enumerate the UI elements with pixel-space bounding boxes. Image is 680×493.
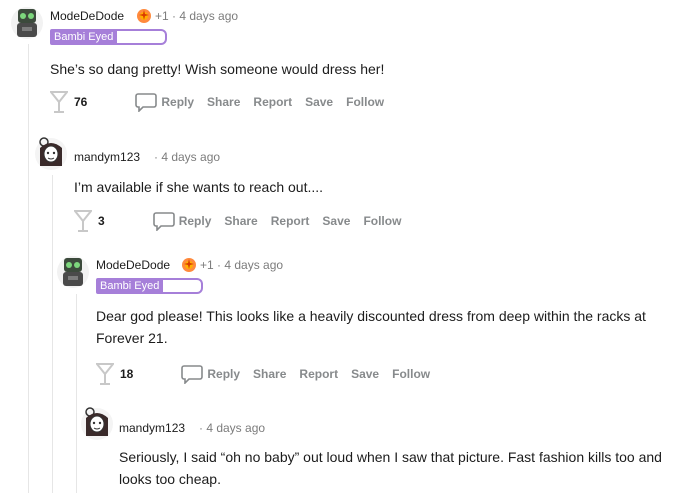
comment-thread: ModeDeDode +1 · 4 days ago Bambi Eyed Sh… [0, 0, 680, 493]
flair-blank [163, 278, 204, 294]
avatar[interactable] [10, 3, 44, 41]
reply-label: Reply [161, 95, 195, 109]
martini-vote-icon[interactable] [96, 362, 114, 386]
reply-bubble-icon [181, 365, 204, 384]
reply-bubble-icon [152, 212, 175, 231]
username[interactable]: mandym123 [119, 421, 185, 435]
reply-button[interactable]: Reply [152, 211, 212, 231]
comment-meta: +1 · 4 days ago [200, 258, 284, 272]
username[interactable]: ModeDeDode [50, 9, 124, 23]
report-button[interactable]: Report [253, 95, 292, 109]
reply-button[interactable]: Reply [135, 92, 194, 112]
reply-label: Reply [178, 214, 212, 228]
avatar[interactable] [80, 404, 114, 442]
comment-actions: 3 Reply Share Report Save Follow [74, 209, 401, 233]
award-icon[interactable] [136, 8, 152, 24]
report-button[interactable]: Report [299, 367, 338, 381]
comment-body: She’s so dang pretty! Wish someone would… [50, 61, 385, 77]
flair-text: Bambi Eyed [96, 278, 164, 294]
comment-body: Dear god please! This looks like a heavi… [96, 308, 646, 346]
thread-line[interactable] [52, 175, 53, 493]
martini-vote-icon[interactable] [74, 209, 92, 233]
username[interactable]: mandym123 [74, 150, 140, 164]
follow-button[interactable]: Follow [392, 367, 430, 381]
comment-meta: · 4 days ago [154, 150, 221, 164]
vote-count: 76 [74, 95, 88, 109]
save-button[interactable]: Save [322, 214, 350, 228]
save-button[interactable]: Save [305, 95, 333, 109]
share-button[interactable]: Share [224, 214, 257, 228]
comment-meta: · 4 days ago [199, 421, 266, 435]
avatar[interactable] [34, 134, 68, 172]
vote-count: 3 [98, 214, 105, 228]
comment-actions: 76 Reply Share Report Save Follow [50, 90, 384, 114]
flair-text: Bambi Eyed [50, 29, 118, 45]
flair-blank [117, 29, 168, 45]
robot-avatar-icon [57, 256, 89, 288]
share-button[interactable]: Share [207, 95, 240, 109]
doodle-avatar-icon [35, 137, 67, 170]
reply-button[interactable]: Reply [181, 364, 240, 384]
comment-actions: 18 Reply Share Report Save Follow [96, 362, 430, 386]
thread-line[interactable] [28, 44, 29, 493]
follow-button[interactable]: Follow [346, 95, 384, 109]
vote-count: 18 [120, 367, 134, 381]
thread-line[interactable] [76, 294, 77, 493]
avatar[interactable] [56, 252, 90, 290]
username[interactable]: ModeDeDode [96, 258, 170, 272]
comment-body: Seriously, I said “oh no baby” out loud … [119, 449, 662, 487]
user-flair: Bambi Eyed [96, 278, 204, 294]
doodle-avatar-icon [81, 407, 113, 440]
follow-button[interactable]: Follow [363, 214, 401, 228]
user-flair: Bambi Eyed [50, 29, 168, 45]
martini-vote-icon[interactable] [50, 90, 68, 114]
reply-label: Reply [207, 367, 241, 381]
comment-meta: +1 · 4 days ago [155, 9, 239, 23]
robot-avatar-icon [11, 7, 43, 39]
save-button[interactable]: Save [351, 367, 379, 381]
report-button[interactable]: Report [271, 214, 310, 228]
reply-bubble-icon [135, 93, 158, 112]
award-icon[interactable] [181, 257, 197, 273]
comment-body: I’m available if she wants to reach out.… [74, 179, 324, 195]
share-button[interactable]: Share [253, 367, 286, 381]
